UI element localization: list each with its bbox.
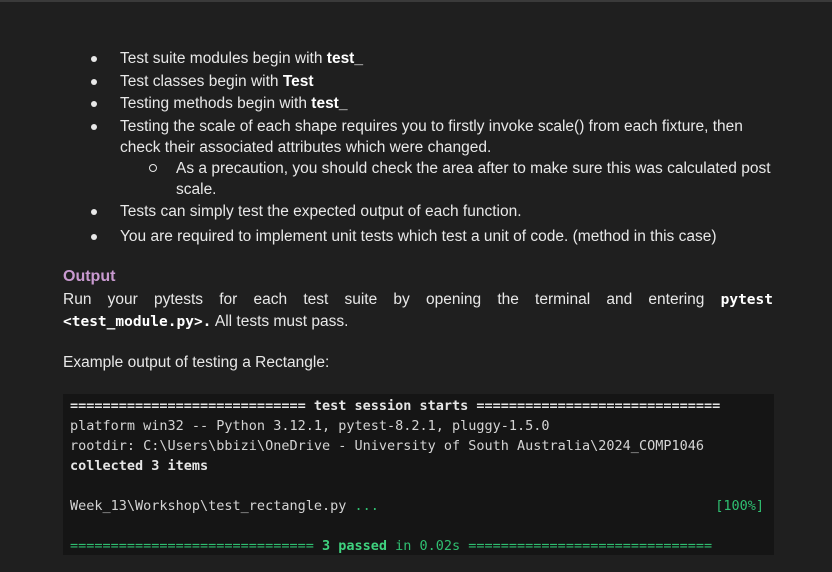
terminal-output: ============================= test sessi… [63,394,774,555]
list-item: Testing the scale of each shape requires… [0,116,832,200]
bullet-icon [91,123,97,130]
document-page: Test suite modules begin with test_ Test… [0,2,832,572]
sub-list: As a precaution, you should check the ar… [120,158,782,200]
test-result-line: Week_13\Workshop\test_rectangle.py ... [1… [70,498,764,514]
rootdir-line: rootdir: C:\Users\bbizi\OneDrive - Unive… [70,438,704,454]
bullet-icon [91,101,97,107]
list-item: You are required to implement unit tests… [0,226,832,247]
hollow-bullet-icon [149,163,157,172]
list-item: Tests can simply test the expected outpu… [0,201,832,222]
bullet-icon [91,209,97,215]
list-item: Test classes begin with Test [0,71,832,92]
list-item: Test suite modules begin with test_ [0,48,832,69]
sub-list-item: As a precaution, you should check the ar… [120,158,782,200]
platform-line: platform win32 -- Python 3.12.1, pytest-… [70,418,550,434]
list-item: Testing methods begin with test_ [0,93,832,114]
session-header: ============================= test sessi… [70,398,721,414]
requirements-list: Test suite modules begin with test_ Test… [0,48,832,249]
collected-line: collected 3 items [70,458,209,474]
example-caption: Example output of testing a Rectangle: [63,354,330,371]
summary-line: ============================== 3 passed … [70,538,713,554]
output-instructions: Run your pytests for each test suite by … [63,291,773,330]
bullet-icon [91,78,97,85]
bullet-icon [91,56,97,62]
output-heading: Output [63,268,116,285]
bullet-icon [91,234,97,240]
progress-percent: [100%] [715,498,764,514]
